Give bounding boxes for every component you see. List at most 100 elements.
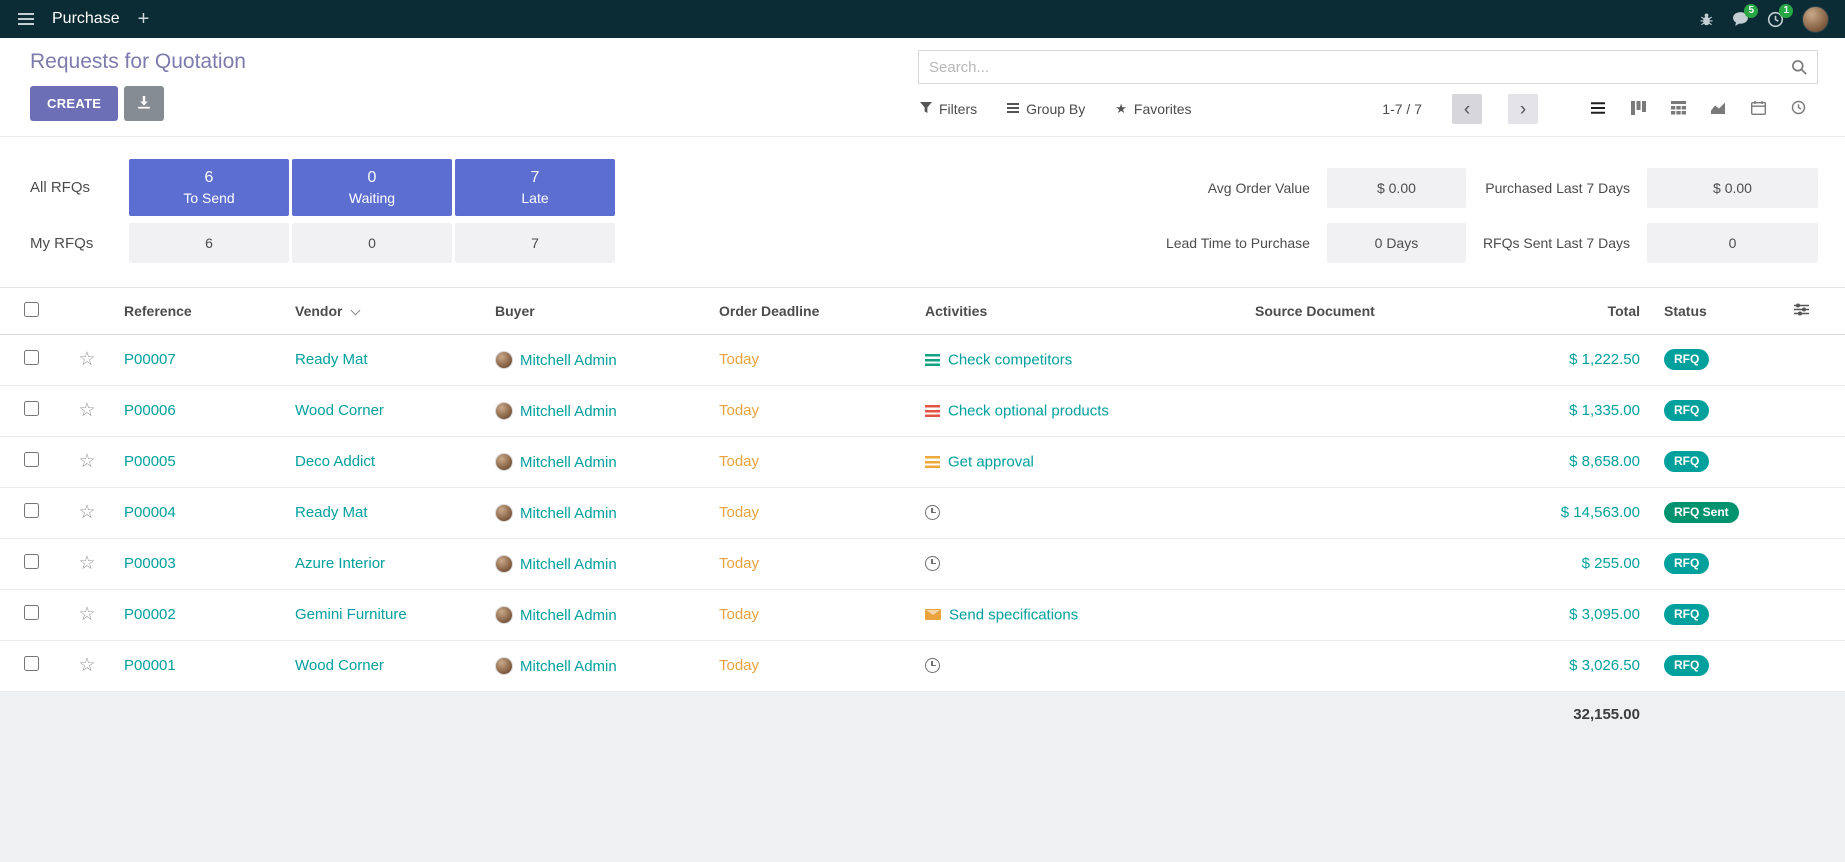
vendor-link[interactable]: Gemini Furniture bbox=[295, 606, 407, 623]
rfqs-sent-last-7-days-value[interactable]: 0 bbox=[1647, 223, 1818, 263]
total-amount: $ 1,222.50 bbox=[1502, 334, 1652, 385]
clock-icon[interactable] bbox=[925, 505, 940, 520]
row-checkbox[interactable] bbox=[24, 554, 39, 569]
column-header-vendor[interactable]: Vendor bbox=[283, 288, 483, 334]
row-checkbox[interactable] bbox=[24, 401, 39, 416]
vendor-link[interactable]: Deco Addict bbox=[295, 453, 375, 470]
favorite-star-icon[interactable]: ☆ bbox=[78, 349, 95, 370]
buyer-link[interactable]: Mitchell Admin bbox=[520, 403, 617, 420]
sliders-icon bbox=[1794, 303, 1809, 319]
activity-view-button[interactable] bbox=[1778, 94, 1818, 124]
table-row[interactable]: ☆ P00001 Wood Corner Mitchell Admin Toda… bbox=[0, 640, 1845, 691]
table-row[interactable]: ☆ P00007 Ready Mat Mitchell Admin Today … bbox=[0, 334, 1845, 385]
reference-link[interactable]: P00007 bbox=[124, 351, 176, 368]
dash-card-waiting[interactable]: 0 Waiting bbox=[292, 159, 452, 216]
buyer-link[interactable]: Mitchell Admin bbox=[520, 505, 617, 522]
row-checkbox[interactable] bbox=[24, 503, 39, 518]
buyer-link[interactable]: Mitchell Admin bbox=[520, 658, 617, 675]
user-avatar[interactable] bbox=[1802, 6, 1829, 33]
favorite-star-icon[interactable]: ☆ bbox=[78, 400, 95, 421]
my-late-count[interactable]: 7 bbox=[455, 223, 615, 263]
row-checkbox[interactable] bbox=[24, 350, 39, 365]
column-header-activities[interactable]: Activities bbox=[913, 288, 1243, 334]
apps-menu-icon[interactable] bbox=[16, 9, 36, 29]
activity-label[interactable]: Check competitors bbox=[948, 351, 1072, 368]
buyer-link[interactable]: Mitchell Admin bbox=[520, 556, 617, 573]
row-checkbox[interactable] bbox=[24, 452, 39, 467]
favorite-star-icon[interactable]: ☆ bbox=[78, 502, 95, 523]
table-row[interactable]: ☆ P00004 Ready Mat Mitchell Admin Today … bbox=[0, 487, 1845, 538]
activity-label[interactable]: Send specifications bbox=[949, 606, 1078, 623]
export-button[interactable] bbox=[124, 86, 164, 121]
purchased-last-7-days-value[interactable]: $ 0.00 bbox=[1647, 168, 1818, 208]
activity-label[interactable]: Check optional products bbox=[948, 402, 1109, 419]
lead-time-value[interactable]: 0 Days bbox=[1327, 223, 1466, 263]
group-by-button[interactable]: Group By bbox=[1005, 97, 1087, 121]
reference-link[interactable]: P00006 bbox=[124, 402, 176, 419]
kanban-view-button[interactable] bbox=[1618, 94, 1658, 124]
list-view-button[interactable] bbox=[1578, 94, 1618, 124]
search-icon[interactable] bbox=[1791, 59, 1808, 80]
vendor-link[interactable]: Azure Interior bbox=[295, 555, 385, 572]
pager-text: 1-7 / 7 bbox=[1382, 101, 1422, 117]
activity-label[interactable]: Get approval bbox=[948, 453, 1034, 470]
filters-button[interactable]: Filters bbox=[918, 97, 979, 121]
tasks-icon[interactable] bbox=[925, 456, 940, 468]
clock-icon[interactable] bbox=[925, 556, 940, 571]
calendar-view-button[interactable] bbox=[1738, 94, 1778, 124]
buyer-link[interactable]: Mitchell Admin bbox=[520, 352, 617, 369]
my-to-send-count[interactable]: 6 bbox=[129, 223, 289, 263]
favorite-star-icon[interactable]: ☆ bbox=[78, 553, 95, 574]
column-header-order-deadline[interactable]: Order Deadline bbox=[707, 288, 913, 334]
pivot-view-button[interactable] bbox=[1658, 94, 1698, 124]
select-all-checkbox[interactable] bbox=[24, 302, 39, 317]
column-header-reference[interactable]: Reference bbox=[112, 288, 283, 334]
pager-next-button[interactable]: › bbox=[1508, 94, 1538, 124]
reference-link[interactable]: P00004 bbox=[124, 504, 176, 521]
avg-order-value[interactable]: $ 0.00 bbox=[1327, 168, 1466, 208]
reference-link[interactable]: P00005 bbox=[124, 453, 176, 470]
clock-icon[interactable] bbox=[925, 658, 940, 673]
debug-bug-icon[interactable] bbox=[1699, 12, 1714, 27]
dash-card-to-send[interactable]: 6 To Send bbox=[129, 159, 289, 216]
optional-columns-button[interactable] bbox=[1782, 288, 1845, 334]
vendor-link[interactable]: Ready Mat bbox=[295, 504, 368, 521]
tasks-icon[interactable] bbox=[925, 354, 940, 366]
reference-link[interactable]: P00003 bbox=[124, 555, 176, 572]
row-checkbox[interactable] bbox=[24, 656, 39, 671]
app-name[interactable]: Purchase bbox=[52, 10, 120, 28]
envelope-icon[interactable] bbox=[925, 609, 941, 620]
vendor-link[interactable]: Ready Mat bbox=[295, 351, 368, 368]
buyer-link[interactable]: Mitchell Admin bbox=[520, 454, 617, 471]
vendor-link[interactable]: Wood Corner bbox=[295, 657, 384, 674]
column-header-source-document[interactable]: Source Document bbox=[1243, 288, 1502, 334]
favorite-star-icon[interactable]: ☆ bbox=[78, 655, 95, 676]
table-row[interactable]: ☆ P00003 Azure Interior Mitchell Admin T… bbox=[0, 538, 1845, 589]
reference-link[interactable]: P00001 bbox=[124, 657, 176, 674]
create-button[interactable]: CREATE bbox=[30, 86, 118, 121]
activities-icon[interactable]: 1 bbox=[1767, 11, 1784, 28]
table-row[interactable]: ☆ P00002 Gemini Furniture Mitchell Admin… bbox=[0, 589, 1845, 640]
buyer-link[interactable]: Mitchell Admin bbox=[520, 607, 617, 624]
graph-view-button[interactable] bbox=[1698, 94, 1738, 124]
vendor-link[interactable]: Wood Corner bbox=[295, 402, 384, 419]
reference-link[interactable]: P00002 bbox=[124, 606, 176, 623]
order-deadline-value: Today bbox=[719, 657, 759, 674]
messages-icon[interactable]: 5 bbox=[1732, 11, 1749, 27]
favorite-star-icon[interactable]: ☆ bbox=[78, 604, 95, 625]
column-header-total[interactable]: Total bbox=[1502, 288, 1652, 334]
favorite-star-icon[interactable]: ☆ bbox=[78, 451, 95, 472]
my-waiting-count[interactable]: 0 bbox=[292, 223, 452, 263]
table-row[interactable]: ☆ P00006 Wood Corner Mitchell Admin Toda… bbox=[0, 385, 1845, 436]
dash-card-late[interactable]: 7 Late bbox=[455, 159, 615, 216]
column-header-status[interactable]: Status bbox=[1652, 288, 1782, 334]
plus-icon[interactable]: + bbox=[138, 9, 150, 29]
source-document-value bbox=[1243, 640, 1502, 691]
search-input[interactable] bbox=[919, 51, 1817, 83]
row-checkbox[interactable] bbox=[24, 605, 39, 620]
tasks-icon[interactable] bbox=[925, 405, 940, 417]
table-row[interactable]: ☆ P00005 Deco Addict Mitchell Admin Toda… bbox=[0, 436, 1845, 487]
column-header-buyer[interactable]: Buyer bbox=[483, 288, 707, 334]
pager-previous-button[interactable]: ‹ bbox=[1452, 94, 1482, 124]
favorites-button[interactable]: ★ Favorites bbox=[1113, 97, 1193, 121]
